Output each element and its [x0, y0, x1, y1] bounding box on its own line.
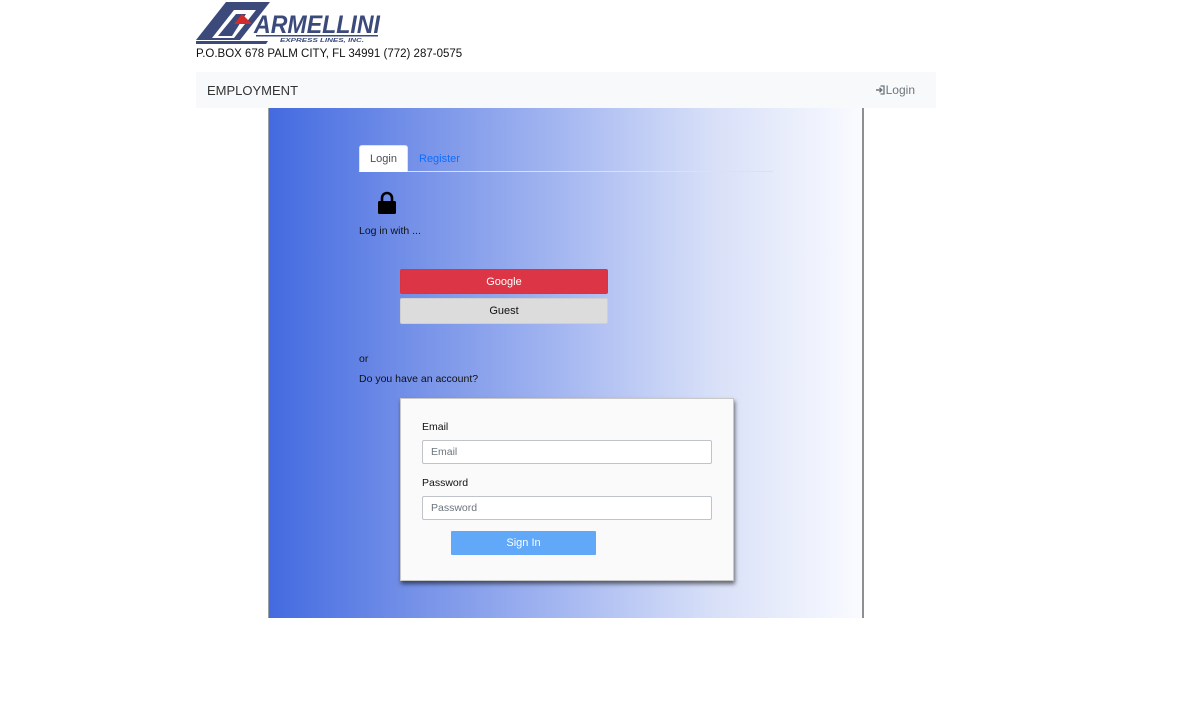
company-logo: ARMELLINI EXPRESS LINES, INC.	[196, 0, 384, 44]
email-label: Email	[422, 421, 449, 433]
sign-in-icon	[875, 85, 885, 95]
navbar-login-label: Login	[885, 83, 915, 97]
password-label: Password	[422, 477, 469, 489]
login-panel: Login Register Log in with ... Google Gu…	[268, 108, 864, 618]
sign-in-button[interactable]: Sign In	[451, 531, 596, 555]
auth-tabs: Login Register	[359, 145, 773, 172]
navbar-login-link[interactable]: Login	[875, 83, 915, 97]
lock-icon	[378, 191, 396, 214]
guest-login-button[interactable]: Guest	[400, 298, 608, 324]
logo-subtext: EXPRESS LINES, INC.	[280, 38, 364, 44]
tab-register[interactable]: Register	[419, 153, 460, 165]
logo-wordmark: ARMELLINI	[253, 11, 381, 39]
navbar-brand[interactable]: EMPLOYMENT	[207, 83, 298, 98]
top-navbar: EMPLOYMENT Login	[196, 72, 936, 108]
log-in-with-text: Log in with ...	[359, 225, 421, 237]
sign-in-card: Email Password Sign In	[400, 398, 734, 581]
company-address: P.O.BOX 678 PALM CITY, FL 34991 (772) 28…	[196, 48, 463, 60]
or-text: or	[359, 353, 369, 365]
email-field[interactable]	[422, 440, 712, 464]
logo-graphic: ARMELLINI EXPRESS LINES, INC.	[196, 2, 381, 44]
google-login-button[interactable]: Google	[400, 269, 608, 294]
tab-login[interactable]: Login	[359, 145, 408, 172]
have-account-text: Do you have an account?	[359, 373, 479, 385]
password-field[interactable]	[422, 496, 712, 520]
